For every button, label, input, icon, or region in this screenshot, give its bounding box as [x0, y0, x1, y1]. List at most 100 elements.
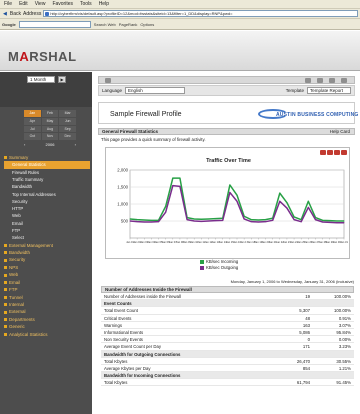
calendar-month[interactable]: Jul [24, 125, 41, 133]
y-tick-label: 1,000 [117, 202, 128, 207]
sidebar-group[interactable]: Summary [4, 154, 90, 161]
home-icon[interactable] [105, 78, 111, 83]
x-tick-label: Jan 31 [340, 240, 348, 244]
help-card-link[interactable]: Help Card [330, 129, 350, 134]
calendar-month[interactable]: Jan [24, 110, 41, 117]
folder-icon [4, 273, 7, 277]
sidebar-item[interactable]: FTP [4, 227, 90, 234]
export-icon[interactable] [341, 78, 347, 83]
data-point [215, 220, 217, 222]
data-point [172, 177, 174, 179]
back-button[interactable]: Back [10, 11, 21, 17]
next-year-icon[interactable]: › [75, 142, 76, 148]
pagerank-button[interactable]: PageRank [119, 22, 138, 27]
google-search-input[interactable] [18, 20, 91, 28]
menu-view[interactable]: View [35, 1, 46, 7]
sidebar-item[interactable]: Select [4, 234, 90, 241]
sidebar-item[interactable]: Security [4, 198, 90, 205]
google-logo: Google [2, 21, 16, 27]
data-point [307, 206, 309, 208]
sidebar-group[interactable]: Security [4, 256, 90, 263]
data-point [129, 218, 131, 220]
data-point [322, 219, 324, 221]
row-label: Non Security Events [104, 337, 143, 343]
calendar-month[interactable]: Mar [59, 110, 76, 117]
section-header: General Firewall Statistics Help Card [98, 128, 355, 135]
calendar-month[interactable]: Feb [41, 110, 59, 117]
folder-icon [4, 310, 7, 314]
sidebar-group[interactable]: FTP [4, 286, 90, 293]
period-select[interactable]: 1 Month [27, 76, 55, 83]
data-point [257, 221, 259, 223]
sidebar-group[interactable]: External Management [4, 242, 90, 249]
menu-help[interactable]: Help [99, 1, 109, 7]
calendar-month[interactable]: Apr [24, 117, 41, 125]
row-label: Total Event Count [104, 308, 138, 314]
back-arrow-icon[interactable]: ◀ [2, 11, 8, 17]
calendar-month[interactable]: Aug [41, 125, 59, 133]
data-point [343, 220, 345, 222]
language-select[interactable]: English [125, 87, 186, 94]
calendar-month[interactable]: May [41, 117, 59, 125]
options-button[interactable]: Options [140, 22, 154, 27]
sidebar-nav: Summary General Statistics Firewall Rules T… [4, 154, 90, 338]
row-label: Total Kbytes [104, 358, 128, 364]
row-percent: 30.55% [336, 358, 351, 364]
data-point [286, 202, 288, 204]
sidebar-group[interactable]: Bandwidth [4, 249, 90, 256]
address-input[interactable]: http://cyberfirm/vis/default.asp?profile… [43, 10, 358, 17]
calendar-month[interactable]: Dec [59, 133, 76, 140]
y-tick-label: 2,000 [117, 168, 128, 173]
template-label: Template [285, 88, 304, 93]
help-icon[interactable] [305, 78, 311, 83]
sidebar-item[interactable]: Email [4, 220, 90, 227]
sidebar-item[interactable]: General Statistics [4, 161, 90, 169]
data-point [172, 185, 174, 187]
sidebar-item[interactable]: Traffic Summary [4, 176, 90, 183]
stats-title: Number of Addresses Inside the Firewall [101, 286, 354, 293]
go-button[interactable]: ▶ [58, 76, 66, 83]
save-icon[interactable] [317, 78, 323, 83]
sidebar-item[interactable]: Top Internal Addresses [4, 191, 90, 198]
sidebar-group[interactable]: Web [4, 271, 90, 278]
sidebar-group[interactable]: Email [4, 279, 90, 286]
menu-favorites[interactable]: Favorites [52, 1, 73, 7]
sidebar-group[interactable]: NPS [4, 264, 90, 271]
sidebar-group[interactable]: Internal [4, 301, 90, 308]
sidebar-item[interactable]: Bandwidth [4, 183, 90, 190]
folder-icon [4, 251, 7, 255]
sidebar-item[interactable]: HTTP [4, 205, 90, 212]
folder-icon [4, 325, 7, 329]
sidebar-group[interactable]: External [4, 308, 90, 315]
row-value: 19 [305, 294, 310, 299]
sidebar-group[interactable]: Generic [4, 323, 90, 330]
menu-file[interactable]: File [4, 1, 12, 7]
data-point [336, 220, 338, 222]
sidebar-group[interactable]: Tunnel [4, 294, 90, 301]
data-point [243, 218, 245, 220]
data-point [229, 184, 231, 186]
data-point [293, 216, 295, 218]
row-percent: 0.00% [338, 337, 351, 343]
table-row: Total Event Count 5,307 100.00% [101, 307, 354, 315]
calendar-month[interactable]: Jun [59, 117, 76, 125]
template-select[interactable]: Template Report [307, 87, 351, 94]
table-row: Critical Events 48 0.91% [101, 315, 354, 322]
sidebar-item[interactable]: Web [4, 212, 90, 219]
search-web-button[interactable]: Search Web [94, 22, 116, 27]
sidebar-group[interactable]: Analytical Statistics [4, 331, 90, 338]
menu-edit[interactable]: Edit [19, 1, 28, 7]
row-value: 163 [302, 322, 310, 328]
data-point [336, 222, 338, 224]
prev-year-icon[interactable]: ‹ [24, 142, 25, 148]
calendar-month[interactable]: Nov [41, 133, 59, 140]
row-label: Bandwidth for Outgoing Connections [104, 351, 181, 357]
print-icon[interactable] [329, 78, 335, 83]
calendar-month[interactable]: Sep [59, 125, 76, 133]
chart-legend: KB/sec Incoming KB/sec Outgoing [200, 259, 238, 271]
data-point [207, 218, 209, 220]
sidebar-group[interactable]: Departments [4, 316, 90, 323]
calendar-month[interactable]: Oct [24, 133, 41, 140]
sidebar-item[interactable]: Firewall Rules [4, 169, 90, 176]
menu-tools[interactable]: Tools [80, 1, 92, 7]
